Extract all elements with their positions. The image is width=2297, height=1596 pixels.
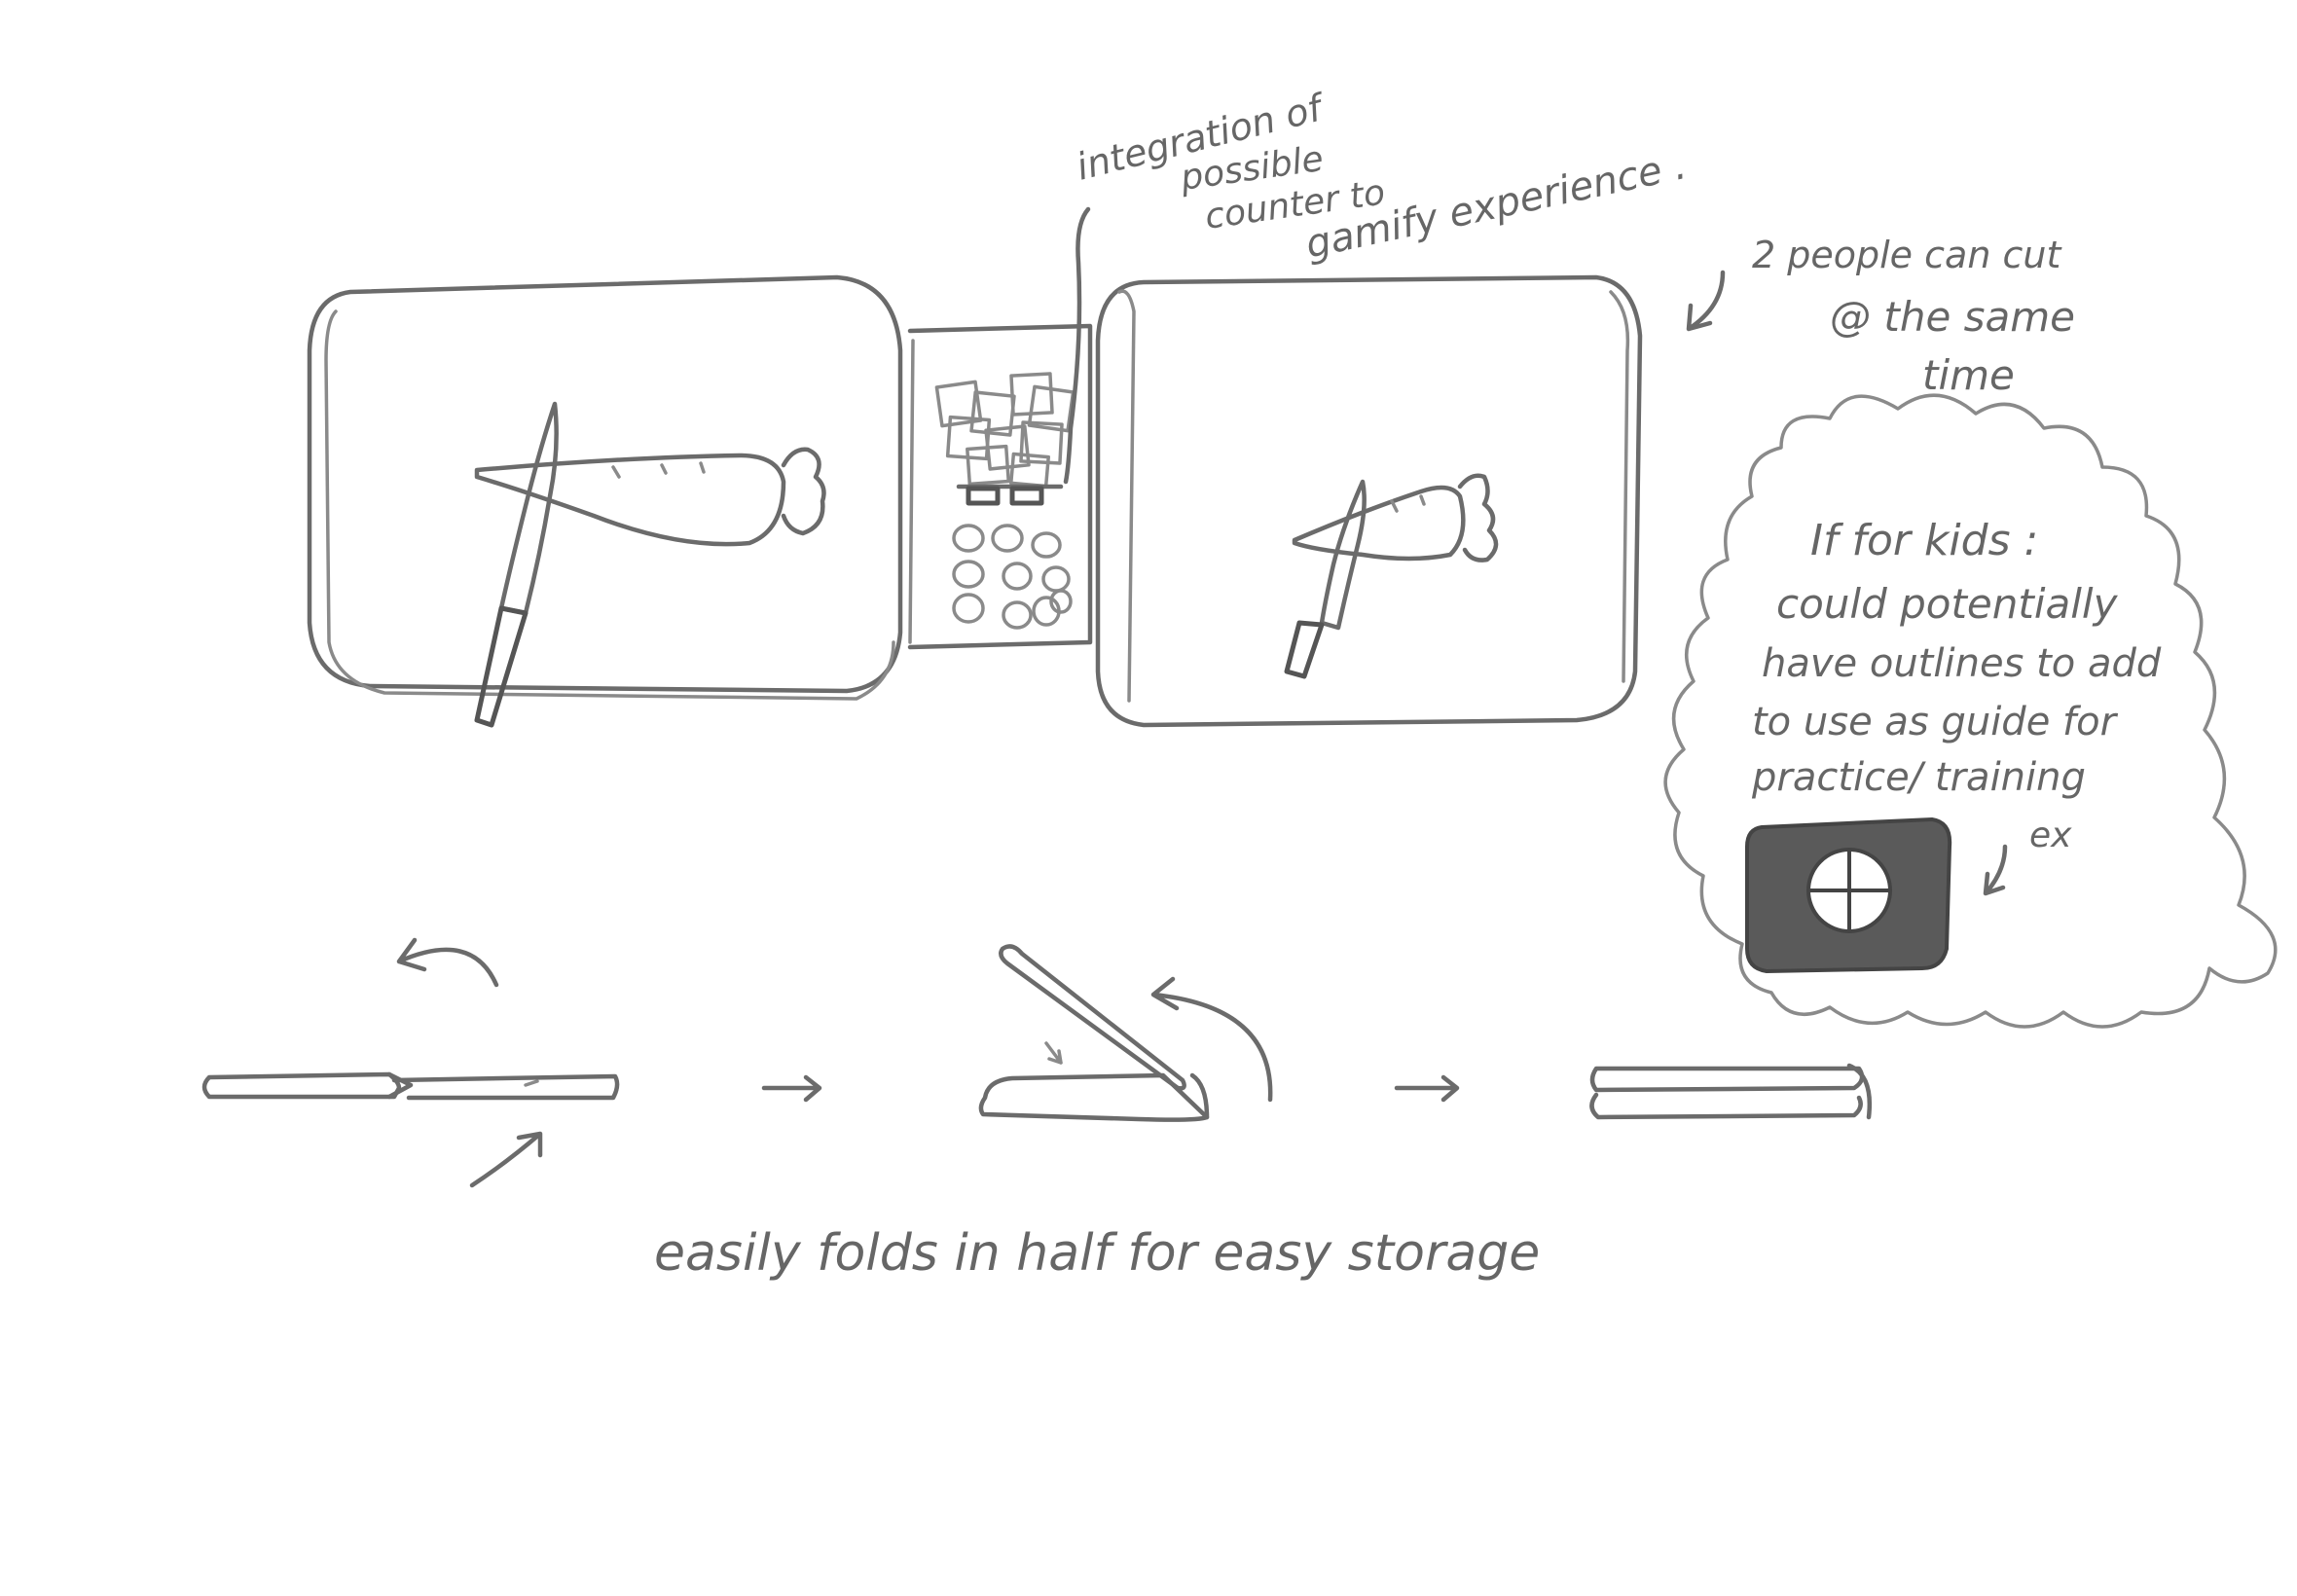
example-label: ex: [2029, 816, 2072, 855]
two-people-note: 2 people can cut @ the same time: [1686, 234, 2075, 399]
right-cutting-board: [1095, 274, 1643, 728]
two-people-arrow: [1686, 270, 1726, 332]
kids-line5: practice/ training: [1751, 755, 2086, 800]
step-arrow-2: [1394, 1074, 1460, 1103]
counter-panel: [907, 323, 1093, 650]
kids-line3: have outlines to add: [1762, 641, 2162, 686]
example-arrow: [1983, 844, 2008, 896]
left-cutting-board: [307, 274, 903, 701]
kids-line4: to use as guide for: [1752, 700, 2119, 744]
gamify-note: integration of possible counter to gamif…: [1073, 85, 1691, 267]
fold-step-3-folded-board: [1589, 1063, 1872, 1120]
example-outline-pad: [1745, 816, 1952, 974]
kids-line1: If for kids :: [1810, 516, 2038, 565]
fold-pointer-arrow: [469, 1131, 543, 1188]
kids-line2: could potentially: [1776, 580, 2119, 628]
folding-caption: easily folds in half for easy storage: [654, 1224, 1540, 1283]
gamify-pointer-line: [1063, 206, 1091, 485]
fold-up-arrow: [396, 937, 499, 988]
fold-step-2-folding-board: [978, 944, 1273, 1122]
two-people-line1: 2 people can cut: [1752, 234, 2062, 276]
step-arrow-1: [761, 1074, 822, 1103]
two-people-line3: time: [1922, 351, 2015, 399]
fold-step-1-flat-board: [201, 937, 620, 1188]
two-people-line2: @ the same: [1830, 293, 2075, 341]
kids-thought-bubble: If for kids : could potentially have out…: [1663, 393, 2278, 1029]
right-knife-drawing: [1284, 479, 1367, 679]
right-carrot-drawing: [1292, 473, 1499, 562]
sketch-canvas: integration of possible counter to gamif…: [201, 85, 2278, 1283]
left-knife-drawing: [474, 401, 559, 728]
